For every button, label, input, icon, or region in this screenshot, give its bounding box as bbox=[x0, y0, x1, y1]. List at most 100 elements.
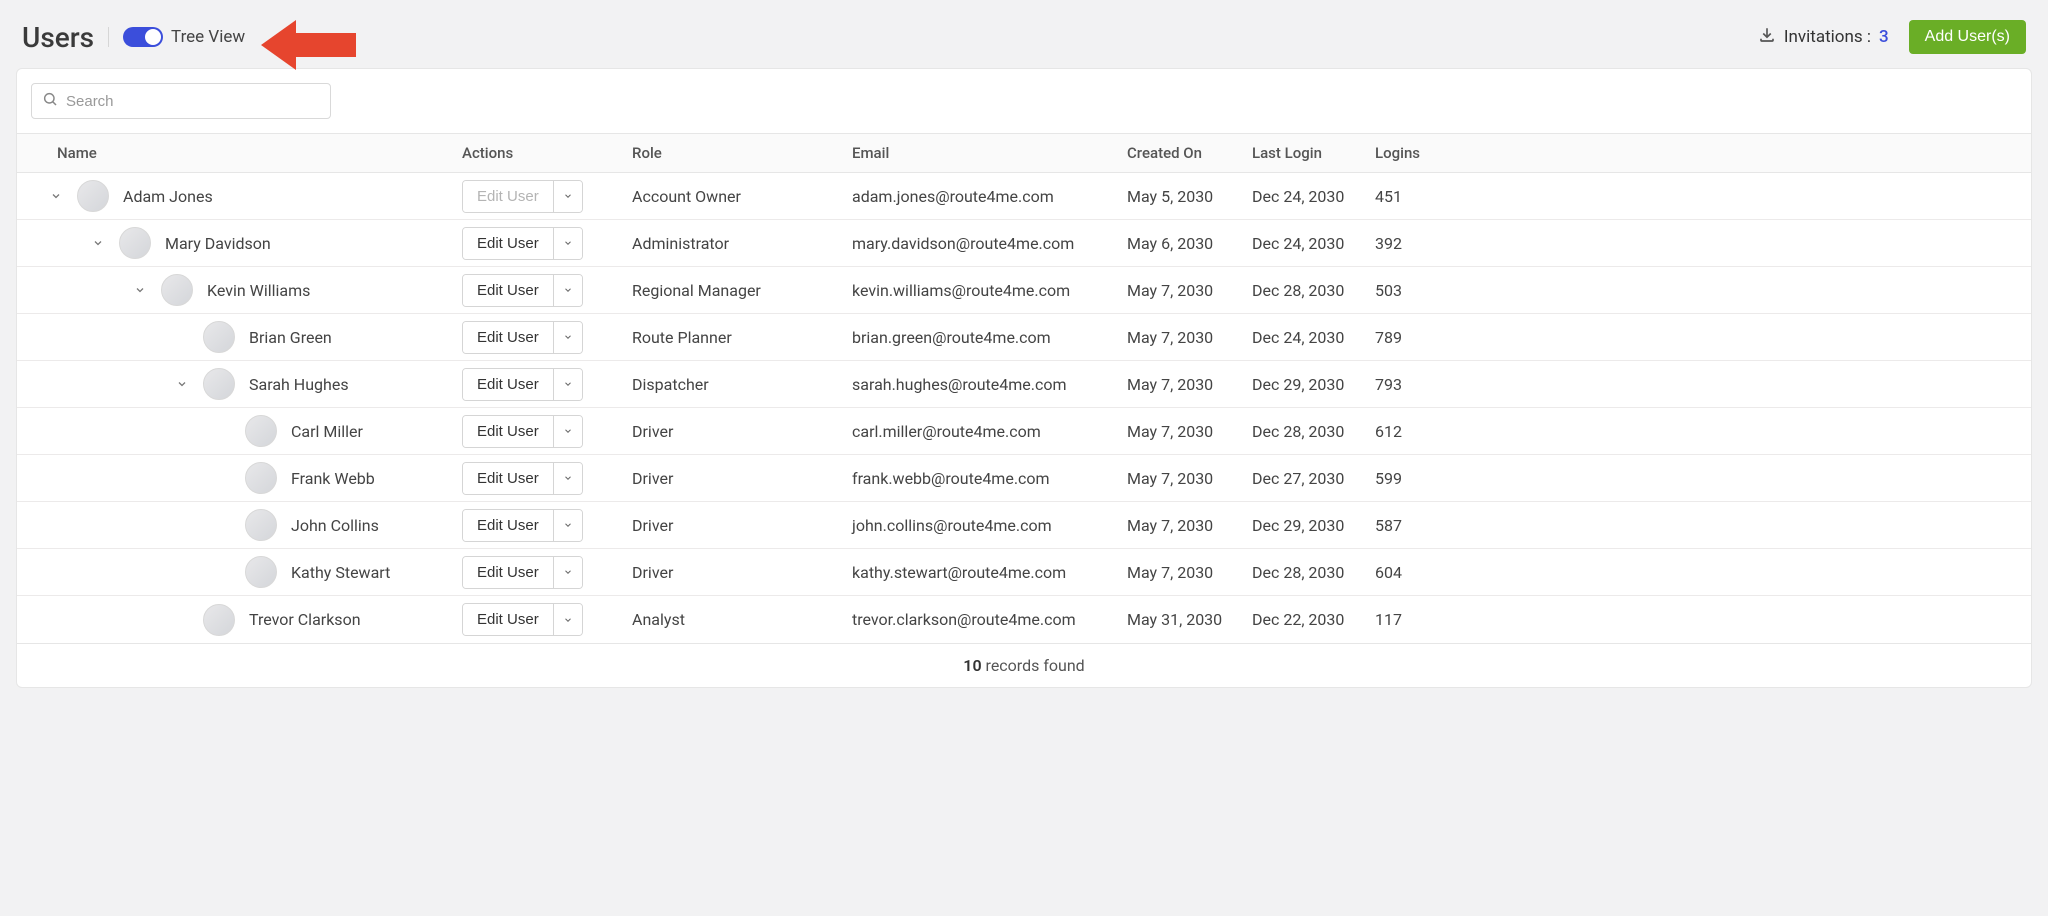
table-header: Name Actions Role Email Created On Last … bbox=[17, 133, 2031, 173]
edit-user-button[interactable]: Edit User bbox=[463, 416, 553, 447]
edit-user-dropdown-button[interactable] bbox=[553, 557, 582, 588]
user-email: brian.green@route4me.com bbox=[852, 328, 1127, 347]
user-logins: 599 bbox=[1375, 469, 1455, 488]
user-last-login: Dec 24, 2030 bbox=[1252, 328, 1375, 347]
user-logins: 451 bbox=[1375, 187, 1455, 206]
table-row: Kathy StewartEdit UserDriverkathy.stewar… bbox=[17, 549, 2031, 596]
edit-user-button[interactable]: Edit User bbox=[463, 510, 553, 541]
table-row: Brian Green Edit User Route Plannerbrian.g… bbox=[17, 314, 2031, 361]
users-panel: Name Actions Role Email Created On Last … bbox=[16, 68, 2032, 688]
toggle-label: Tree View bbox=[171, 27, 245, 47]
annotation-arrow-icon bbox=[261, 15, 361, 75]
edit-user-button: Edit User bbox=[463, 181, 553, 212]
add-user-button[interactable]: Add User(s) bbox=[1909, 20, 2026, 54]
search-icon bbox=[42, 91, 58, 111]
user-role: Driver bbox=[632, 516, 852, 535]
user-last-login: Dec 28, 2030 bbox=[1252, 422, 1375, 441]
user-role: Administrator bbox=[632, 234, 852, 253]
user-name: Brian Green bbox=[249, 328, 332, 347]
avatar bbox=[119, 227, 151, 259]
user-created: May 7, 2030 bbox=[1127, 281, 1252, 300]
chevron-down-icon[interactable] bbox=[91, 236, 105, 250]
col-header-email: Email bbox=[852, 144, 1127, 162]
edit-user-button[interactable]: Edit User bbox=[463, 228, 553, 259]
user-logins: 503 bbox=[1375, 281, 1455, 300]
user-email: adam.jones@route4me.com bbox=[852, 187, 1127, 206]
table-row: Trevor ClarksonEdit UserAnalysttrevor.cl… bbox=[17, 596, 2031, 643]
table-row: Sarah Hughes Edit User Dispatchersarah.hug… bbox=[17, 361, 2031, 408]
user-name: Mary Davidson bbox=[165, 234, 271, 253]
user-email: john.collins@route4me.com bbox=[852, 516, 1127, 535]
table-row: John Collins Edit User Driverjohn.collins@… bbox=[17, 502, 2031, 549]
col-header-role: Role bbox=[632, 144, 852, 162]
user-created: May 7, 2030 bbox=[1127, 328, 1252, 347]
user-created: May 5, 2030 bbox=[1127, 187, 1252, 206]
col-header-login: Last Login bbox=[1252, 144, 1375, 162]
avatar bbox=[203, 604, 235, 636]
user-created: May 7, 2030 bbox=[1127, 375, 1252, 394]
user-email: sarah.hughes@route4me.com bbox=[852, 375, 1127, 394]
avatar bbox=[77, 180, 109, 212]
download-icon bbox=[1758, 26, 1776, 49]
col-header-actions: Actions bbox=[462, 144, 632, 162]
col-header-logins: Logins bbox=[1375, 144, 1455, 162]
chevron-down-icon[interactable] bbox=[49, 189, 63, 203]
avatar bbox=[245, 415, 277, 447]
user-name: Kathy Stewart bbox=[291, 563, 390, 582]
user-logins: 392 bbox=[1375, 234, 1455, 253]
edit-user-dropdown-button[interactable] bbox=[553, 416, 582, 447]
edit-user-button[interactable]: Edit User bbox=[463, 557, 553, 588]
table-row: Adam JonesEdit UserAccount Owneradam.jon… bbox=[17, 173, 2031, 220]
toggle-switch-icon[interactable] bbox=[123, 27, 163, 47]
edit-user-button[interactable]: Edit User bbox=[463, 463, 553, 494]
edit-user-dropdown-button[interactable] bbox=[553, 510, 582, 541]
search-field[interactable] bbox=[66, 93, 320, 110]
user-role: Route Planner bbox=[632, 328, 852, 347]
table-row: Frank WebbEdit UserDriverfrank.webb@rout… bbox=[17, 455, 2031, 502]
invitations-link[interactable]: Invitations : 3 bbox=[1758, 26, 1889, 49]
table-row: Mary DavidsonEdit UserAdministratormary.… bbox=[17, 220, 2031, 267]
edit-user-dropdown-button[interactable] bbox=[553, 228, 582, 259]
user-role: Dispatcher bbox=[632, 375, 852, 394]
user-logins: 604 bbox=[1375, 563, 1455, 582]
user-logins: 612 bbox=[1375, 422, 1455, 441]
user-created: May 7, 2030 bbox=[1127, 563, 1252, 582]
edit-user-button[interactable]: Edit User bbox=[463, 275, 553, 306]
edit-user-dropdown-button[interactable] bbox=[553, 322, 582, 353]
avatar bbox=[203, 368, 235, 400]
edit-user-button[interactable]: Edit User bbox=[463, 369, 553, 400]
user-name: John Collins bbox=[291, 516, 379, 535]
edit-user-dropdown-button[interactable] bbox=[553, 369, 582, 400]
col-header-name: Name bbox=[17, 144, 462, 162]
footer-count: 10 bbox=[963, 656, 981, 675]
edit-user-dropdown-button[interactable] bbox=[553, 463, 582, 494]
avatar bbox=[245, 462, 277, 494]
user-created: May 6, 2030 bbox=[1127, 234, 1252, 253]
user-last-login: Dec 28, 2030 bbox=[1252, 281, 1375, 300]
user-last-login: Dec 29, 2030 bbox=[1252, 516, 1375, 535]
edit-user-button[interactable]: Edit User bbox=[463, 604, 553, 635]
invitations-count: 3 bbox=[1879, 27, 1889, 47]
edit-user-button[interactable]: Edit User bbox=[463, 322, 553, 353]
chevron-down-icon[interactable] bbox=[175, 377, 189, 391]
avatar bbox=[203, 321, 235, 353]
user-logins: 789 bbox=[1375, 328, 1455, 347]
user-logins: 587 bbox=[1375, 516, 1455, 535]
tree-view-toggle[interactable]: Tree View bbox=[123, 27, 245, 47]
edit-user-dropdown-button[interactable] bbox=[553, 604, 582, 635]
edit-user-dropdown-button[interactable] bbox=[553, 181, 582, 212]
user-name: Sarah Hughes bbox=[249, 375, 349, 394]
chevron-down-icon[interactable] bbox=[133, 283, 147, 297]
user-created: May 7, 2030 bbox=[1127, 469, 1252, 488]
user-last-login: Dec 24, 2030 bbox=[1252, 234, 1375, 253]
page-header: Users Tree View bbox=[16, 12, 2032, 68]
edit-user-dropdown-button[interactable] bbox=[553, 275, 582, 306]
user-last-login: Dec 24, 2030 bbox=[1252, 187, 1375, 206]
invitations-label: Invitations : bbox=[1784, 27, 1871, 47]
user-last-login: Dec 27, 2030 bbox=[1252, 469, 1375, 488]
user-logins: 793 bbox=[1375, 375, 1455, 394]
user-name: Kevin Williams bbox=[207, 281, 310, 300]
user-role: Driver bbox=[632, 422, 852, 441]
user-email: frank.webb@route4me.com bbox=[852, 469, 1127, 488]
search-input[interactable] bbox=[31, 83, 331, 119]
